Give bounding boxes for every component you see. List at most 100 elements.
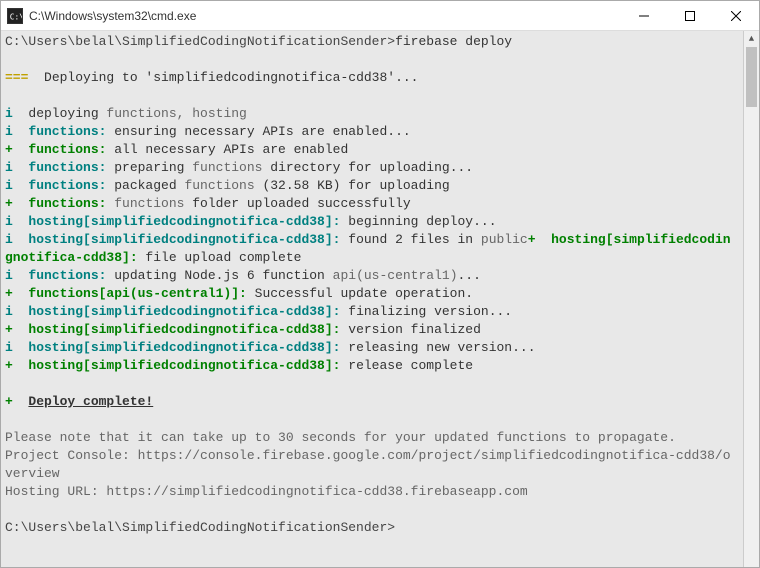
log-tag: hosting[simplifiedcodingnotifica-cdd38]: [28, 358, 340, 373]
cmd-icon: C:\ [7, 8, 23, 24]
log-tag: hosting[simplifiedcodingnotifica-cdd38]: [28, 214, 340, 229]
log-line: + functions: all necessary APIs are enab… [5, 141, 737, 159]
console-area[interactable]: C:\Users\belal\SimplifiedCodingNotificat… [1, 31, 759, 567]
log-tag: functions: [28, 124, 106, 139]
log-line: i functions: preparing functions directo… [5, 159, 737, 177]
svg-text:C:\: C:\ [10, 12, 22, 21]
hu-label: Hosting URL: [5, 484, 106, 499]
log-line: + hosting[simplifiedcodingnotifica-cdd38… [5, 357, 737, 375]
hosting-url-line: Hosting URL: https://simplifiedcodingnot… [5, 483, 737, 501]
blank-line [5, 51, 737, 69]
log-text: folder uploaded successfully [184, 196, 410, 211]
blank-line [5, 87, 737, 105]
log-line: i hosting[simplifiedcodingnotifica-cdd38… [5, 231, 737, 267]
prompt-path: C:\Users\belal\SimplifiedCodingNotificat… [5, 34, 395, 49]
info-icon: i [5, 340, 28, 355]
prompt-line: C:\Users\belal\SimplifiedCodingNotificat… [5, 33, 737, 51]
log-dim: functions [184, 178, 254, 193]
blank-line [5, 501, 737, 519]
console-content: C:\Users\belal\SimplifiedCodingNotificat… [5, 33, 755, 537]
log-line: i deploying functions, hosting [5, 105, 737, 123]
log-tag: functions: [28, 160, 106, 175]
info-icon: i [5, 106, 28, 121]
maximize-button[interactable] [667, 1, 713, 30]
log-text: found 2 files in [340, 232, 480, 247]
scrollbar-thumb[interactable] [746, 47, 757, 107]
log-tag: functions: [28, 268, 106, 283]
log-line: + functions: functions folder uploaded s… [5, 195, 737, 213]
log-text: deploying [28, 106, 106, 121]
blank-line [5, 411, 737, 429]
deploy-complete-text: Deploy complete! [28, 394, 153, 409]
log-tag: hosting[simplifiedcodingnotifica-cdd38]: [28, 340, 340, 355]
window-controls [621, 1, 759, 30]
log-text: finalizing version... [340, 304, 512, 319]
window-titlebar: C:\ C:\Windows\system32\cmd.exe [1, 1, 759, 31]
project-console-line: Project Console: https://console.firebas… [5, 447, 737, 483]
log-text: ensuring necessary APIs are enabled... [106, 124, 410, 139]
info-icon: i [5, 304, 28, 319]
log-line: i functions: updating Node.js 6 function… [5, 267, 737, 285]
log-text: packaged [106, 178, 184, 193]
deploy-message: Deploying to 'simplifiedcodingnotifica-c… [36, 70, 418, 85]
log-tag: functions[api(us-central1)]: [28, 286, 246, 301]
log-dim: functions [114, 196, 184, 211]
log-text: version finalized [340, 322, 480, 337]
hu-url: https://simplifiedcodingnotifica-cdd38.f… [106, 484, 527, 499]
log-line: i functions: packaged functions (32.58 K… [5, 177, 737, 195]
log-text: (32.58 KB) for uploading [255, 178, 450, 193]
log-line: + hosting[simplifiedcodingnotifica-cdd38… [5, 321, 737, 339]
log-line: i hosting[simplifiedcodingnotifica-cdd38… [5, 303, 737, 321]
log-tag: functions: [28, 178, 106, 193]
deploy-complete: + Deploy complete! [5, 393, 737, 411]
prompt-line: C:\Users\belal\SimplifiedCodingNotificat… [5, 519, 737, 537]
log-text: directory for uploading... [262, 160, 473, 175]
log-line: i hosting[simplifiedcodingnotifica-cdd38… [5, 339, 737, 357]
log-text: all necessary APIs are enabled [106, 142, 348, 157]
log-line: + functions[api(us-central1)]: Successfu… [5, 285, 737, 303]
log-line: i functions: ensuring necessary APIs are… [5, 123, 737, 141]
pc-label: Project Console: [5, 448, 138, 463]
vertical-scrollbar[interactable]: ▲ [743, 31, 759, 567]
minimize-button[interactable] [621, 1, 667, 30]
log-line: i hosting[simplifiedcodingnotifica-cdd38… [5, 213, 737, 231]
info-icon: i [5, 124, 28, 139]
log-text: preparing [106, 160, 192, 175]
log-tag: hosting[simplifiedcodingnotifica-cdd38]: [28, 304, 340, 319]
deploy-prefix: === [5, 70, 36, 85]
log-text: releasing new version... [340, 340, 535, 355]
log-tag: functions: [28, 196, 106, 211]
log-dim: api(us-central1) [333, 268, 458, 283]
window-title: C:\Windows\system32\cmd.exe [29, 9, 621, 23]
info-icon: i [5, 232, 28, 247]
blank-line [5, 375, 737, 393]
log-dim: functions, hosting [106, 106, 246, 121]
log-text: release complete [340, 358, 473, 373]
info-icon: i [5, 178, 28, 193]
log-text: Successful update operation. [247, 286, 473, 301]
success-icon: + [5, 286, 28, 301]
log-tag: hosting[simplifiedcodingnotifica-cdd38]: [28, 322, 340, 337]
success-icon: + [5, 322, 28, 337]
success-icon: + [5, 394, 28, 409]
log-dim: public [481, 232, 528, 247]
log-text: beginning deploy... [340, 214, 496, 229]
note-line: Please note that it can take up to 30 se… [5, 429, 737, 447]
command-text: firebase deploy [395, 34, 512, 49]
close-button[interactable] [713, 1, 759, 30]
log-text: updating Node.js 6 function [106, 268, 332, 283]
log-text: file upload complete [138, 250, 302, 265]
success-icon: + [5, 358, 28, 373]
log-tag: functions: [28, 142, 106, 157]
success-icon: + [5, 142, 28, 157]
info-icon: i [5, 268, 28, 283]
deploy-header: === Deploying to 'simplifiedcodingnotifi… [5, 69, 737, 87]
log-text: ... [458, 268, 481, 283]
log-tag: hosting[simplifiedcodingnotifica-cdd38]: [28, 232, 340, 247]
info-icon: i [5, 214, 28, 229]
log-dim: functions [192, 160, 262, 175]
info-icon: i [5, 160, 28, 175]
success-icon: + [528, 232, 551, 247]
success-icon: + [5, 196, 28, 211]
scroll-up-icon[interactable]: ▲ [744, 31, 759, 47]
